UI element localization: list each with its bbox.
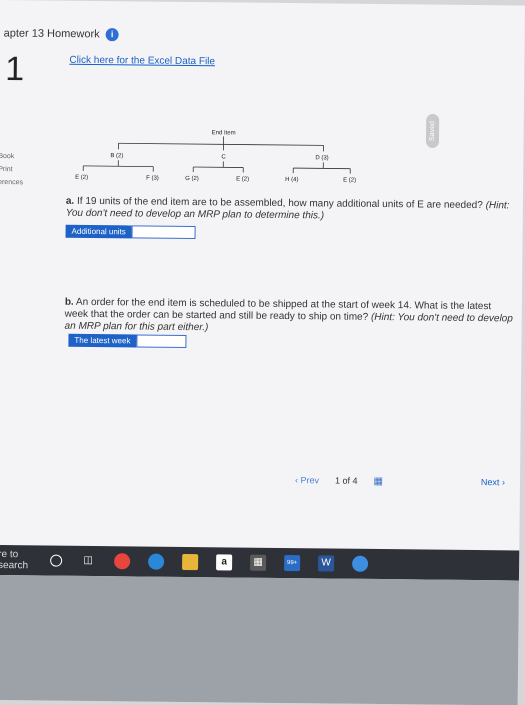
excel-data-link[interactable]: Click here for the Excel Data File <box>69 55 215 68</box>
question-part-a: a. If 19 units of the end item are to be… <box>66 196 516 225</box>
latest-week-label: The latest week <box>68 334 136 348</box>
amazon-icon[interactable]: a <box>216 554 232 570</box>
current-page: 1 <box>335 476 340 486</box>
question-navigation: ‹ Prev 1 of 4 ▦ Next › <box>295 473 505 489</box>
taskbar-search[interactable]: re to search <box>0 549 44 572</box>
mail-icon[interactable]: 99+ <box>284 555 300 571</box>
bom-node-b: B (2) <box>110 153 123 159</box>
desk-surface <box>0 575 519 705</box>
additional-units-input[interactable] <box>132 225 196 239</box>
chapter-title-text: apter 13 Homework <box>4 27 100 40</box>
calculator-icon[interactable]: ▦ <box>250 555 266 571</box>
side-link-print[interactable]: Print <box>0 163 23 176</box>
additional-units-answer: Additional units <box>66 225 196 239</box>
cortana-icon[interactable] <box>50 555 62 567</box>
saved-badge: Saved <box>426 114 439 148</box>
next-button[interactable]: Next › <box>481 477 505 487</box>
bom-node-d: D (3) <box>315 155 328 161</box>
page-indicator: 1 of 4 <box>335 476 358 486</box>
latest-week-answer: The latest week <box>68 334 186 348</box>
bom-node-f: F (3) <box>146 176 159 182</box>
bom-node-g: G (2) <box>185 176 199 182</box>
side-link-references[interactable]: erences <box>0 176 23 189</box>
side-link-book[interactable]: Book <box>0 150 23 163</box>
question-number: 1 <box>5 50 24 89</box>
next-label: Next <box>481 477 500 487</box>
task-view-icon[interactable]: ◫ <box>80 553 96 569</box>
side-links: Book Print erences <box>0 150 23 189</box>
question-part-b: b. An order for the end item is schedule… <box>65 297 515 338</box>
latest-week-input[interactable] <box>136 334 186 348</box>
homework-screen: apter 13 Homework i Saved 1 Book Print e… <box>0 0 525 705</box>
total-pages: 4 <box>353 476 358 486</box>
chapter-title: apter 13 Homework i <box>4 27 119 41</box>
chrome-icon[interactable] <box>114 553 130 569</box>
bom-node-e3: E (2) <box>343 178 356 184</box>
part-b-label: b. <box>65 297 74 308</box>
edge-icon[interactable] <box>148 554 164 570</box>
prev-button[interactable]: ‹ Prev <box>295 475 319 485</box>
bom-tree-diagram: End Item B (2) C D (3) E (2) F (3) G (2)… <box>58 113 389 196</box>
bom-node-e1: E (2) <box>75 175 88 181</box>
grid-icon[interactable]: ▦ <box>374 475 384 486</box>
info-icon[interactable]: i <box>106 28 119 41</box>
blue-app-icon[interactable] <box>352 556 368 572</box>
of-label: of <box>342 476 350 486</box>
bom-node-end-item: End Item <box>212 130 236 136</box>
bom-node-e2: E (2) <box>236 176 249 182</box>
prev-label: Prev <box>300 475 319 485</box>
taskbar-icons: ◫ a ▦ 99+ W <box>44 552 368 571</box>
bom-node-c: C <box>221 154 226 160</box>
bom-node-h: H (4) <box>285 177 298 183</box>
additional-units-label: Additional units <box>66 225 132 239</box>
word-icon[interactable]: W <box>318 555 334 571</box>
folder-icon[interactable] <box>182 554 198 570</box>
